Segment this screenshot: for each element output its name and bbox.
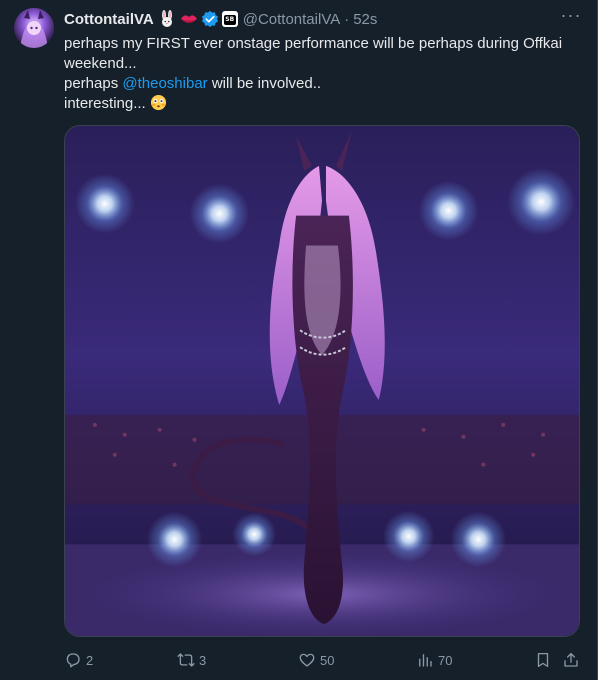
view-count: 70 <box>438 652 453 668</box>
avatar[interactable] <box>14 8 54 48</box>
more-options-icon[interactable]: ··· <box>559 6 583 28</box>
retweet-icon <box>177 653 195 667</box>
like-button[interactable]: 50 <box>298 648 334 672</box>
mention-link[interactable]: @theoshibar <box>122 75 207 92</box>
tweet-timestamp[interactable]: 52s <box>353 11 377 28</box>
heart-icon <box>299 653 315 667</box>
tweet-line-2-suffix: will be involved.. <box>207 75 322 92</box>
tweet-line-1: perhaps my FIRST ever onstage performanc… <box>64 35 563 72</box>
kiss-mark-emoji <box>180 10 198 28</box>
retweet-button[interactable]: 3 <box>177 648 206 672</box>
affiliate-badge-icon[interactable]: SB <box>221 11 238 27</box>
tweet-image[interactable] <box>64 125 580 637</box>
tweet-header: CottontailVA SB @CottontailVA · 52s <box>64 8 583 30</box>
share-button[interactable] <box>562 648 580 672</box>
tweet-text: perhaps my FIRST ever onstage performanc… <box>64 34 579 114</box>
author-handle[interactable]: @CottontailVA <box>243 11 341 28</box>
tweet[interactable]: CottontailVA SB @CottontailVA · 52s ··· … <box>0 0 598 680</box>
retweet-count: 3 <box>199 652 207 668</box>
rabbit-emoji <box>158 10 176 28</box>
tweet-line-3-text: interesting... <box>64 95 150 112</box>
views-icon <box>419 654 432 667</box>
reply-icon <box>66 653 80 668</box>
reply-button[interactable]: 2 <box>64 648 93 672</box>
views-button[interactable]: 70 <box>416 648 452 672</box>
tweet-actions: 2 3 50 70 <box>64 648 580 672</box>
author-name[interactable]: CottontailVA <box>64 11 154 28</box>
bookmark-button[interactable] <box>534 648 552 672</box>
tweet-line-2: perhaps @theoshibar will be involved.. <box>64 74 579 94</box>
share-icon <box>564 652 578 667</box>
flushed-face-emoji <box>150 94 167 111</box>
verified-badge-icon[interactable] <box>201 10 219 28</box>
tweet-line-2-prefix: perhaps <box>64 75 123 92</box>
bookmark-icon <box>537 652 549 668</box>
reply-count: 2 <box>86 652 94 668</box>
tweet-line-3: interesting... <box>64 94 579 114</box>
separator-dot: · <box>344 10 350 28</box>
like-count: 50 <box>320 652 335 668</box>
